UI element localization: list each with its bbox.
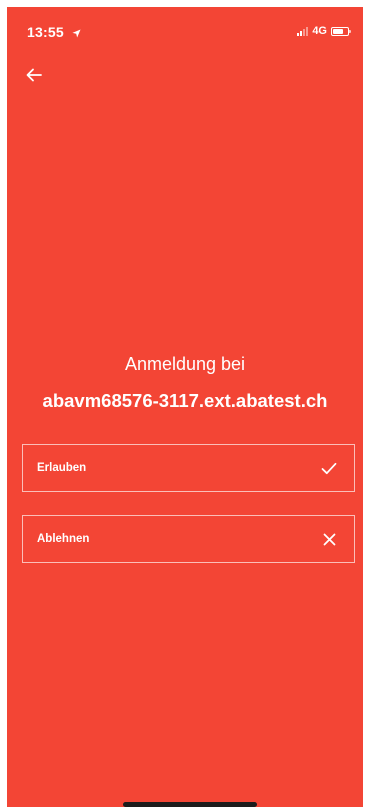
- back-button[interactable]: [20, 65, 48, 89]
- signal-icon: [297, 26, 309, 36]
- allow-button[interactable]: Erlauben: [22, 444, 355, 492]
- deny-button[interactable]: Ablehnen: [22, 515, 355, 563]
- prompt-title: Anmeldung bei: [124, 354, 246, 374]
- location-arrow-icon: [72, 25, 81, 41]
- network-type: 4G: [312, 25, 327, 37]
- prompt-host: abavm68576-3117.ext.abatest.ch: [42, 390, 328, 411]
- checkmark-icon: [320, 459, 338, 477]
- close-icon: [320, 530, 338, 548]
- status-indicators: 4G: [297, 25, 351, 37]
- allow-label: Erlauben: [37, 462, 87, 474]
- login-approval-screen: 13:55 4G Anmeldung bei abavm68576-3117.e…: [7, 7, 363, 807]
- deny-label: Ablehnen: [37, 533, 90, 545]
- arrow-left-icon: [26, 68, 42, 87]
- battery-icon: [331, 26, 351, 36]
- status-time-container: 13:55: [27, 24, 81, 41]
- status-bar: 13:55 4G: [7, 7, 363, 51]
- status-time: 13:55: [27, 24, 64, 40]
- home-indicator[interactable]: [123, 802, 257, 807]
